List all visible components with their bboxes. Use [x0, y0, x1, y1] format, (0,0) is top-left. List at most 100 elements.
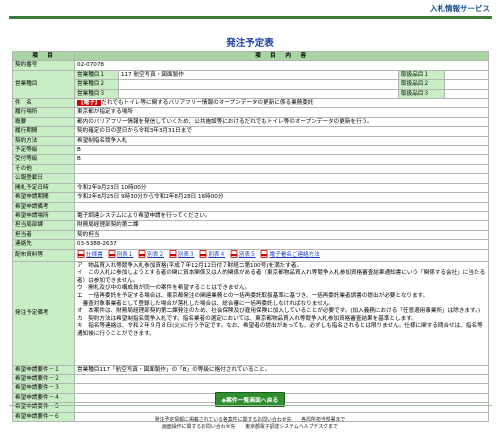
requirement-2-value	[73, 373, 490, 385]
phone-value: 03-5388-2637	[73, 239, 490, 250]
note-line: ウ 開札及び中の構成員が同一の案件を希望することはできません。	[77, 285, 251, 292]
dept-value: 財務局経理部契約第二課	[73, 220, 490, 231]
page-title: 発注予定表	[226, 38, 274, 49]
order-plan-table: 項 目 項 目 内 容 契約番号 02-07078 営業種目 営業種目１ 117…	[12, 50, 490, 422]
doc-link-spec[interactable]: 仕様書	[77, 250, 103, 259]
period-label: 履行期間	[12, 126, 75, 137]
biz1-label: 営業種目１	[74, 69, 119, 81]
other-label: その他	[12, 163, 75, 175]
person-value: 契約担当	[73, 229, 490, 241]
table-row: 希望申請備考	[12, 201, 490, 212]
table-row: 担当局部課 財務局経理部契約第二課	[12, 220, 490, 231]
doc-link-table3[interactable]: 別表３	[169, 250, 195, 259]
rank2-label: 取扱品目２	[398, 79, 445, 90]
table-row: 連絡先 03-5388-2637	[12, 239, 490, 250]
period-value: 契約確定の日の翌日から令和3年3月31日まで	[73, 126, 490, 137]
rank3-label: 取扱品目３	[398, 88, 445, 100]
doc-link-label: 別表１	[116, 252, 134, 259]
doc-link-label: 仕様書	[86, 252, 103, 259]
head-content: 項 目 内 容	[73, 50, 490, 62]
grade-value: B	[73, 145, 490, 156]
note-line: 審査対象事業者として登録した場合が落札した場合は、総合審に一括再委託しなければな…	[77, 300, 334, 307]
requirement-2-label: 希望申請要件－２	[12, 373, 75, 385]
head-item: 項 目	[12, 50, 75, 62]
biz2-value	[118, 79, 399, 90]
doc-link-table1[interactable]: 別表１	[108, 250, 134, 259]
bottom-divider	[9, 405, 492, 406]
table-row: 希望申請要件－１ 営業種目117「航空写真・図面製作」の「B」の等級に格付されて…	[12, 364, 490, 375]
method-value: 希望制指名競争入札	[73, 135, 490, 147]
grade-label: 予定等級	[12, 145, 75, 156]
table-row: その他	[12, 163, 490, 175]
biz2-label: 営業種目２	[74, 79, 119, 90]
docs-links: 仕様書 別表１ 別表２ 別表３ 別表４ 別表５ 電子署名ご連絡方法	[73, 248, 490, 262]
doc-link-signature[interactable]: 電子署名ご連絡方法	[260, 250, 320, 259]
table-row: 営業種目 営業種目１ 117 航空写真・図面製作 取扱品目１	[12, 69, 490, 100]
requirement-1-label: 希望申請要件－１	[12, 364, 75, 375]
recv-grade-value: B	[73, 154, 490, 165]
table-row: 開札予定日時 令和2年9月23日 10時00分	[12, 182, 490, 194]
apply-note-value	[73, 201, 490, 212]
biz3-value	[118, 88, 399, 100]
note-line: キ 指名等連絡は、令和２年９月８日(火)に行う予定です。なお、希望者の提出があっ…	[77, 323, 483, 337]
table-row: 受付等級 B	[12, 154, 490, 165]
contract-no-value: 02-07078	[73, 60, 490, 71]
apply-period-label: 希望申請期間	[12, 192, 75, 203]
pub-date-value	[73, 173, 490, 184]
docs-label: 配布資料等	[12, 248, 75, 262]
rank2-value	[443, 79, 490, 90]
table-row: 配布資料等 仕様書 別表１ 別表２ 別表３ 別表４ 別表５ 電子署名ご連絡方法	[12, 248, 490, 262]
table-row: 履行期間 契約確定の日の翌日から令和3年3月31日まで	[12, 126, 490, 137]
doc-link-label: 電子署名ご連絡方法	[269, 252, 320, 259]
subject-label: 件 名	[12, 98, 75, 109]
biz-type-label: 営業種目	[12, 69, 75, 100]
apply-note-label: 希望申請備考	[12, 201, 75, 212]
place-label: 履行場所	[12, 107, 75, 118]
table-row: 担当者 契約担当	[12, 229, 490, 241]
rank1-label: 取扱品目１	[398, 69, 445, 81]
table-row: 営業種目３ 取扱品目３	[13, 88, 490, 100]
table-row: 契約番号 02-07078	[12, 60, 490, 71]
pdf-icon	[108, 250, 115, 259]
doc-link-table4[interactable]: 別表４	[199, 250, 225, 259]
notes-label: 発注予定備考	[12, 260, 75, 366]
doc-link-label: 別表４	[208, 252, 226, 259]
recv-grade-label: 受付等級	[12, 154, 75, 165]
note-line: ア 物品買入れ等競争入札参加資格(平成７年12月12日付７財経二第100号)を満…	[77, 262, 303, 269]
pdf-icon	[199, 250, 207, 259]
person-label: 担当者	[12, 229, 75, 241]
service-title: 入札情報サービス	[430, 4, 490, 13]
rank3-value	[443, 88, 490, 100]
top-divider	[9, 16, 492, 19]
summary-value: 都内のバリアフリー情報を発信していくため、公共施設等におけるだれでもトイレ等のオ…	[73, 116, 490, 128]
note-line: イ この入札に参加しようとする者の関に資本関係又は人的関係がある者（東京都物品買…	[77, 270, 486, 284]
apply-period-value: 令和2年8月25日 9時30分から令和2年8月28日 16時00分	[73, 192, 490, 203]
table-row: 営業種目２ 取扱品目２	[13, 79, 490, 90]
pdf-icon	[169, 250, 177, 259]
dept-label: 担当局部課	[12, 220, 75, 231]
doc-link-label: 別表３	[177, 252, 195, 259]
doc-link-label: 別表５	[238, 252, 256, 259]
table-row: 契約方法 希望制指名競争入札	[12, 135, 490, 147]
apply-method-label: 希望申請場所	[12, 210, 75, 222]
subject-value: 【電子】だれでもトイレ等に関するバリアフリー情報のオープンデータの更新に係る業務…	[73, 98, 490, 109]
doc-link-table5[interactable]: 別表５	[230, 250, 256, 259]
table-header-row: 項 目 項 目 内 容	[12, 50, 490, 62]
doc-link-table2[interactable]: 別表２	[138, 250, 164, 259]
pdf-icon	[77, 250, 85, 259]
requirement-1-value: 営業種目117「航空写真・図面製作」の「B」の等級に格付されていること。	[73, 364, 490, 375]
biz1-value: 117 航空写真・図面製作	[118, 69, 399, 81]
electronic-tag: 【電子】	[77, 100, 102, 107]
footer-line-2: 画面操作に関するお問い合わせ先 東京都電子調達システムヘルプデスクまで	[162, 423, 338, 430]
footer: 発注予定情報に掲載されている各案件に関するお問い合わせ先 各局所担当部署まで 画…	[0, 417, 500, 430]
apply-method-value: 電子調達システムにより希望申請を行ってください。	[73, 210, 490, 222]
table-row: 予定等級 B	[12, 145, 490, 156]
table-row: 希望申請場所 電子調達システムにより希望申請を行ってください。	[12, 210, 490, 222]
summary-label: 概要	[12, 116, 75, 128]
phone-label: 連絡先	[12, 239, 75, 250]
biz3-label: 営業種目３	[74, 88, 119, 100]
open-date-value: 令和2年9月23日 10時00分	[73, 182, 490, 194]
note-line: オ 本案件は、財務局経理部契約第二課発注のため、社会保険及び雇用保険に加入してい…	[77, 308, 481, 315]
place-value: 東京都が指定する場所	[73, 107, 490, 118]
table-row: 発注予定備考 ア 物品買入れ等競争入札参加資格(平成７年12月12日付７財経二第…	[12, 260, 490, 366]
